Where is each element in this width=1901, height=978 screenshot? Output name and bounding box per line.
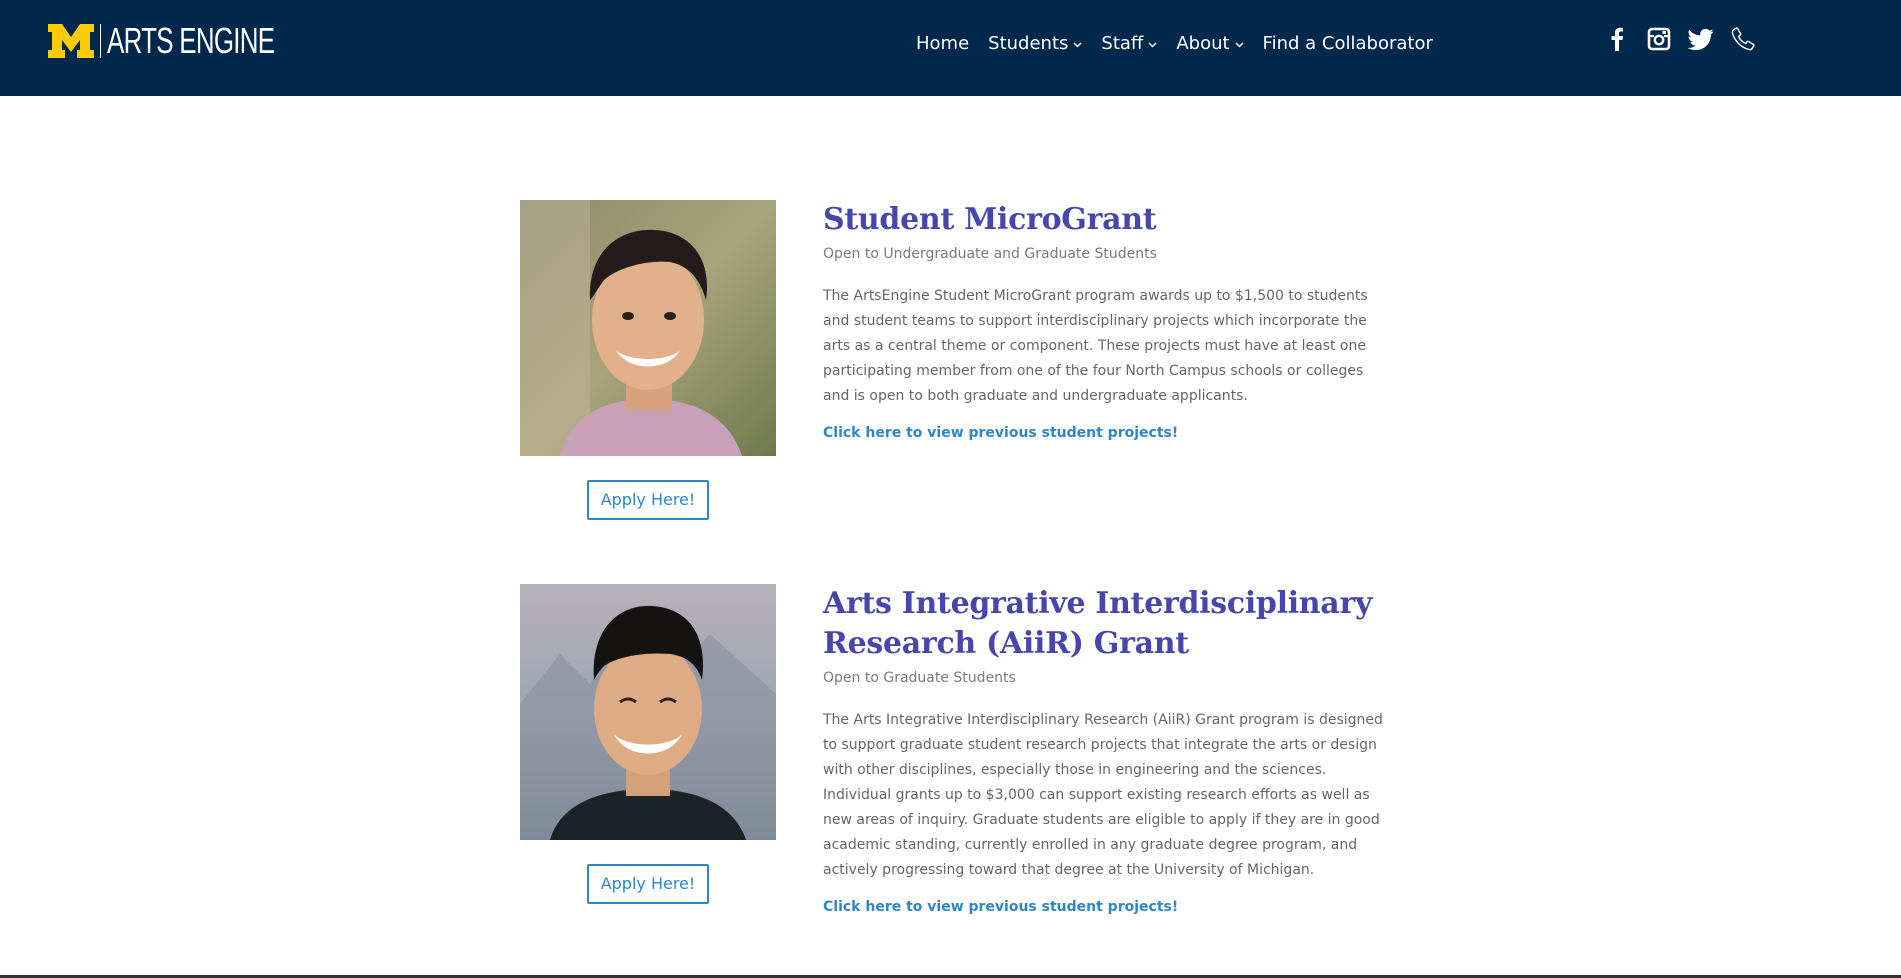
grant-eligibility: Open to Graduate Students (823, 670, 1016, 686)
grant-eligibility: Open to Undergraduate and Graduate Stude… (823, 246, 1157, 262)
main-nav: Home Students Staff About Find a Collabo… (916, 28, 1433, 58)
nav-item-home[interactable]: Home (916, 33, 969, 54)
logo-wordmark: ARTS ENGINE (107, 20, 275, 61)
chevron-down-icon (1148, 41, 1157, 48)
nav-item-students[interactable]: Students (988, 33, 1082, 54)
chevron-down-icon (1073, 41, 1082, 48)
nav-item-about[interactable]: About (1176, 32, 1244, 54)
student-photo (520, 200, 776, 456)
nav-item-label: About (1176, 32, 1230, 54)
social-links (1604, 24, 1756, 54)
chevron-down-icon (1235, 41, 1244, 48)
nav-item-label: Find a Collaborator (1262, 32, 1433, 54)
student-photo (520, 584, 776, 840)
previous-projects-link[interactable]: Click here to view previous student proj… (823, 423, 1388, 443)
grant-title: Student MicroGrant (823, 202, 1157, 237)
grant-card-microgrant: Apply Here! Student MicroGrant Open to U… (520, 200, 1390, 520)
apply-button[interactable]: Apply Here! (587, 480, 709, 520)
twitter-icon[interactable] (1688, 24, 1714, 54)
instagram-icon[interactable] (1646, 24, 1672, 54)
grant-description: The ArtsEngine Student MicroGrant progra… (823, 288, 1368, 404)
grant-description: The Arts Integrative Interdisciplinary R… (823, 712, 1383, 878)
grant-body: Student MicroGrant Open to Undergraduate… (823, 200, 1388, 443)
grant-body: Arts Integrative Interdisciplinary Resea… (823, 584, 1388, 917)
apply-button[interactable]: Apply Here! (587, 864, 709, 904)
facebook-icon[interactable] (1604, 24, 1630, 54)
logo-divider (100, 24, 101, 58)
grant-card-aiir: Apply Here! Arts Integrative Interdiscip… (520, 584, 1390, 974)
nav-item-label: Staff (1101, 32, 1144, 54)
nav-item-label: Students (988, 32, 1069, 54)
nav-item-find-collaborator[interactable]: Find a Collaborator (1263, 33, 1433, 54)
site-logo[interactable]: ARTS ENGINE (48, 22, 339, 60)
grant-title: Arts Integrative Interdisciplinary Resea… (823, 586, 1373, 661)
nav-item-label: Home (916, 32, 970, 54)
block-m-logo-icon (48, 24, 94, 58)
phone-icon[interactable] (1730, 24, 1756, 54)
nav-item-staff[interactable]: Staff (1101, 33, 1157, 54)
site-header: ARTS ENGINE Home Students Staff About Fi… (0, 0, 1901, 96)
previous-projects-link[interactable]: Click here to view previous student proj… (823, 897, 1388, 917)
